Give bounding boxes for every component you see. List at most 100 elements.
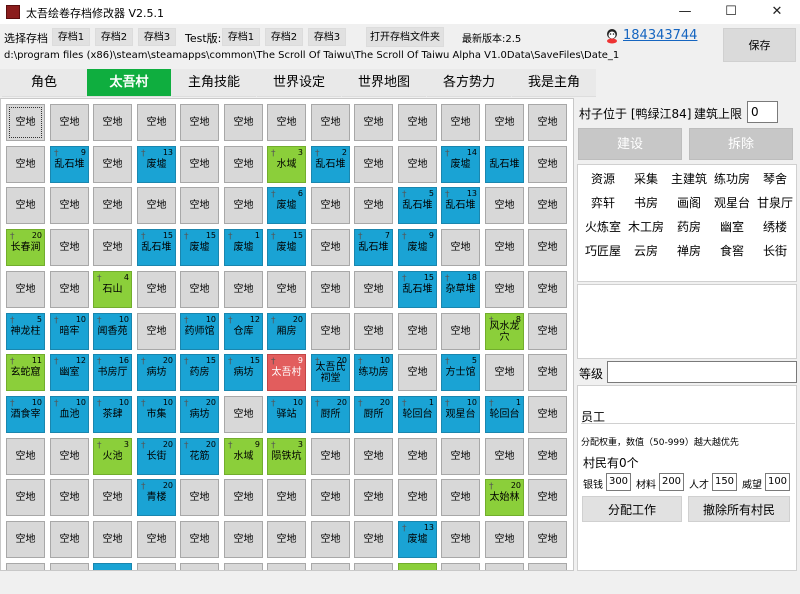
build-button[interactable]: 建设	[578, 128, 682, 160]
grid-cell[interactable]: † 14 废墟	[441, 146, 480, 183]
maximize-button[interactable]: ☐	[708, 0, 754, 24]
grid-cell[interactable]: 空地	[398, 146, 437, 183]
grid-cell[interactable]: 空地	[441, 438, 480, 475]
grid-cell[interactable]: † 16 书房厅	[93, 354, 132, 391]
grid-cell[interactable]: 乱石堆	[485, 146, 524, 183]
grid-cell[interactable]: 空地	[93, 187, 132, 224]
grid-cell[interactable]: 空地	[93, 521, 132, 558]
grid-cell[interactable]: † 2 乱石堆	[311, 146, 350, 183]
building-type-item[interactable]: 练功房	[709, 170, 755, 187]
grid-cell[interactable]	[93, 563, 132, 570]
grid-cell[interactable]: 空地	[93, 104, 132, 141]
grid-cell[interactable]: † 15 废墟	[180, 229, 219, 266]
grid-cell[interactable]	[6, 563, 45, 570]
grid-cell[interactable]: † 20 花筋	[180, 438, 219, 475]
grid-cell[interactable]: † 9 废墟	[398, 229, 437, 266]
grid-cell[interactable]: 空地	[137, 521, 176, 558]
grid-cell[interactable]: † 15 废墟	[267, 229, 306, 266]
grid-cell[interactable]: 空地	[311, 438, 350, 475]
grid-cell[interactable]: † 20 厢房	[267, 313, 306, 350]
grid-cell[interactable]: 空地	[485, 438, 524, 475]
grid-cell[interactable]: 空地	[267, 479, 306, 516]
grid-cell[interactable]: 空地	[50, 521, 89, 558]
grid-cell[interactable]: † 10 血池	[50, 396, 89, 433]
grid-cell[interactable]	[224, 563, 263, 570]
building-type-item[interactable]: 琴舍	[752, 170, 798, 187]
grid-cell[interactable]: † 20 病坊	[180, 396, 219, 433]
grid-cell[interactable]: † 3 水域	[267, 146, 306, 183]
grid-cell[interactable]: † 10 茶肆	[93, 396, 132, 433]
building-type-item[interactable]: 食窖	[709, 242, 755, 259]
grid-cell[interactable]: 空地	[441, 229, 480, 266]
building-type-item[interactable]: 画阁	[666, 194, 712, 211]
grid-cell[interactable]: † 10 闻香苑	[93, 313, 132, 350]
test-save-slot-1-button[interactable]: 存档1	[222, 28, 260, 46]
tab-2[interactable]: 主角技能	[172, 69, 256, 97]
grid-cell[interactable]: 空地	[528, 521, 567, 558]
grid-cell[interactable]: † 20 长春涧	[6, 229, 45, 266]
grid-cell[interactable]: † 1 轮回台	[485, 396, 524, 433]
grid-cell[interactable]	[528, 563, 567, 570]
save-button[interactable]: 保存	[723, 28, 796, 62]
grid-cell[interactable]: 空地	[224, 104, 263, 141]
grid-cell[interactable]: 空地	[50, 187, 89, 224]
grid-cell[interactable]: † 20 太始林	[485, 479, 524, 516]
tab-6[interactable]: 我是主角	[512, 69, 596, 97]
grid-cell[interactable]: 空地	[441, 521, 480, 558]
remove-all-villagers-button[interactable]: 撤除所有村民	[688, 496, 790, 522]
grid-cell[interactable]: 空地	[528, 479, 567, 516]
grid-cell[interactable]: † 9 太吾村	[267, 354, 306, 391]
grid-cell[interactable]: 空地	[50, 438, 89, 475]
grid-cell[interactable]: 空地	[354, 521, 393, 558]
grid-cell[interactable]	[180, 563, 219, 570]
grid-cell[interactable]: 空地	[311, 521, 350, 558]
grid-cell[interactable]: 空地	[485, 187, 524, 224]
grid-cell[interactable]: 空地	[6, 271, 45, 308]
grid-cell[interactable]: 空地	[441, 104, 480, 141]
grid-cell[interactable]: 空地	[485, 271, 524, 308]
building-type-item[interactable]: 木工房	[623, 218, 669, 235]
grid-cell[interactable]: 空地	[528, 146, 567, 183]
grid-cell[interactable]: 空地	[224, 396, 263, 433]
building-type-item[interactable]: 书房	[623, 194, 669, 211]
grid-cell[interactable]: † 15 乱石堆	[137, 229, 176, 266]
grid-cell[interactable]: 空地	[137, 271, 176, 308]
grid-cell[interactable]: † 10 药师馆	[180, 313, 219, 350]
building-type-item[interactable]: 主建筑	[666, 170, 712, 187]
grid-cell[interactable]: 空地	[180, 271, 219, 308]
grid-cell[interactable]: 空地	[354, 187, 393, 224]
grid-cell[interactable]	[398, 563, 437, 570]
grid-cell[interactable]: † 1 废墟	[224, 229, 263, 266]
grid-cell[interactable]: † 20 病坊	[137, 354, 176, 391]
building-type-item[interactable]: 巧匠屋	[580, 242, 626, 259]
grid-cell[interactable]: 空地	[6, 521, 45, 558]
grid-cell[interactable]: 空地	[50, 271, 89, 308]
grid-cell[interactable]: † 11 玄蛇窟	[6, 354, 45, 391]
demolish-button[interactable]: 拆除	[689, 128, 793, 160]
grid-cell[interactable]: 空地	[528, 396, 567, 433]
grid-cell[interactable]: † 15 病坊	[224, 354, 263, 391]
grid-cell[interactable]: 空地	[50, 229, 89, 266]
resource-input[interactable]: 300	[606, 473, 631, 491]
grid-cell[interactable]: 空地	[528, 104, 567, 141]
grid-cell[interactable]: 空地	[6, 479, 45, 516]
grid-cell[interactable]: 空地	[93, 479, 132, 516]
grid-cell[interactable]: † 10 练功房	[354, 354, 393, 391]
grid-cell[interactable]	[137, 563, 176, 570]
grid-cell[interactable]: † 18 杂草堆	[441, 271, 480, 308]
grid-cell[interactable]: 空地	[528, 354, 567, 391]
grid-cell[interactable]: 空地	[267, 271, 306, 308]
tab-0[interactable]: 角色	[2, 69, 86, 97]
tab-5[interactable]: 各方势力	[427, 69, 511, 97]
grid-cell[interactable]: 空地	[441, 313, 480, 350]
grid-cell[interactable]: 空地	[354, 479, 393, 516]
grid-cell[interactable]: † 12 仓库	[224, 313, 263, 350]
building-type-item[interactable]: 幽室	[709, 218, 755, 235]
grid-cell[interactable]: 空地	[311, 104, 350, 141]
resource-input[interactable]: 150	[712, 473, 737, 491]
build-limit-input[interactable]: 0	[747, 101, 778, 123]
grid-cell[interactable]: 空地	[267, 521, 306, 558]
grid-cell[interactable]: 空地	[137, 313, 176, 350]
grid-cell[interactable]: † 13 废墟	[137, 146, 176, 183]
grid-cell[interactable]: 空地	[485, 521, 524, 558]
